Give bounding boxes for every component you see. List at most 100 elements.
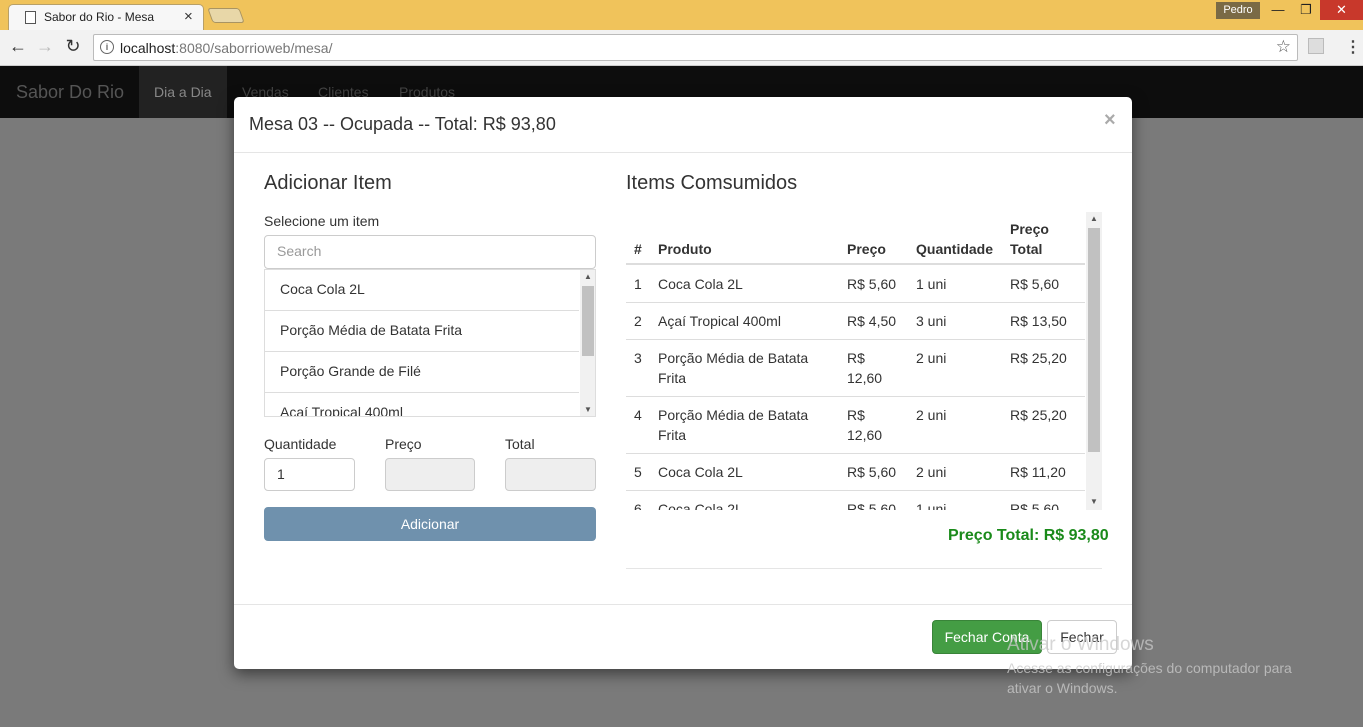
row-number: 5 xyxy=(634,464,642,480)
new-tab-button[interactable] xyxy=(207,8,245,23)
row-number: 3 xyxy=(634,350,642,366)
row-quantidade: 3 uni xyxy=(916,313,947,329)
row-produto: Açaí Tropical 400ml xyxy=(658,313,781,329)
scroll-thumb[interactable] xyxy=(582,286,594,356)
modal-title: Mesa 03 -- Ocupada -- Total: R$ 93,80 xyxy=(249,114,556,134)
row-number: 6 xyxy=(634,501,642,510)
minimize-icon[interactable]: — xyxy=(1264,0,1292,20)
row-produto: Coca Cola 2L xyxy=(658,464,743,480)
search-placeholder: Search xyxy=(277,243,322,259)
row-preco: R$ 5,60 xyxy=(847,464,897,480)
total-label: Total xyxy=(505,436,535,452)
col-header-preco-total-l1: Preço xyxy=(1010,221,1049,237)
row-quantidade: 1 uni xyxy=(916,276,947,292)
row-quantidade: 1 uni xyxy=(916,501,947,510)
list-item[interactable]: Coca Cola 2L xyxy=(265,270,579,311)
row-total: R$ 25,20 xyxy=(1010,407,1067,423)
row-divider xyxy=(626,339,1085,340)
consumed-table: # Produto Preço Quantidade Preço Total 1… xyxy=(626,212,1102,510)
row-number: 1 xyxy=(634,276,642,292)
table-scrollbar[interactable]: ▲ ▼ xyxy=(1086,212,1102,510)
mesa-modal: Mesa 03 -- Ocupada -- Total: R$ 93,80 × … xyxy=(234,97,1132,669)
window-close-icon[interactable]: ✕ xyxy=(1320,0,1363,20)
row-total: R$ 25,20 xyxy=(1010,350,1067,366)
row-produto: Coca Cola 2L xyxy=(658,501,743,510)
activation-watermark-title: Ativar o Windows xyxy=(1007,634,1154,655)
brand[interactable]: Sabor Do Rio xyxy=(16,82,124,103)
address-bar[interactable]: i localhost:8080/saborrioweb/mesa/ ☆ xyxy=(93,34,1298,61)
row-preco: R$ 5,60 xyxy=(847,501,897,510)
row-number: 4 xyxy=(634,407,642,423)
scroll-thumb[interactable] xyxy=(1088,228,1100,452)
browser-tab[interactable]: Sabor do Rio - Mesa × xyxy=(8,4,204,30)
col-header-preco-total-l2: Total xyxy=(1010,241,1043,257)
row-produto-cont: Frita xyxy=(658,370,686,386)
row-total: R$ 5,60 xyxy=(1010,501,1060,510)
back-icon[interactable]: ← xyxy=(6,36,30,57)
row-preco-cont: 12,60 xyxy=(847,427,883,443)
consumed-items-heading: Items Comsumidos xyxy=(626,172,798,194)
row-produto: Porção Média de Batata xyxy=(658,407,809,423)
row-preco-cont: 12,60 xyxy=(847,370,883,386)
tab-close-icon[interactable]: × xyxy=(184,8,193,25)
restore-icon[interactable]: ❐ xyxy=(1292,0,1320,20)
add-button[interactable]: Adicionar xyxy=(264,507,596,541)
modal-close-icon[interactable]: × xyxy=(1104,109,1116,132)
extension-icon[interactable] xyxy=(1308,38,1324,54)
list-item[interactable]: Porção Média de Batata Frita xyxy=(265,311,579,352)
url-host: localhost xyxy=(120,40,176,56)
item-listbox[interactable]: Coca Cola 2L Porção Média de Batata Frit… xyxy=(264,269,596,417)
row-divider xyxy=(626,453,1085,454)
list-scrollbar[interactable]: ▲ ▼ xyxy=(580,270,595,416)
table-header-divider xyxy=(626,263,1085,265)
row-quantidade: 2 uni xyxy=(916,407,947,423)
scroll-down-icon[interactable]: ▼ xyxy=(1090,497,1098,506)
quantity-input[interactable]: 1 xyxy=(264,458,355,491)
nav-dia-a-dia[interactable]: Dia a Dia xyxy=(139,66,227,118)
row-total: R$ 11,20 xyxy=(1010,464,1066,480)
add-item-heading: Adicionar Item xyxy=(264,172,392,194)
browser-toolbar: ← → ↻ i localhost:8080/saborrioweb/mesa/… xyxy=(0,30,1363,66)
col-header-quantidade: Quantidade xyxy=(916,241,994,257)
col-header-produto: Produto xyxy=(658,241,712,257)
bookmark-star-icon[interactable]: ☆ xyxy=(1276,37,1291,57)
forward-icon[interactable]: → xyxy=(33,36,57,57)
row-preco: R$ xyxy=(847,350,865,366)
scroll-up-icon[interactable]: ▲ xyxy=(1090,214,1098,223)
row-divider xyxy=(626,396,1085,397)
divider xyxy=(626,568,1102,569)
divider xyxy=(234,152,1132,153)
row-total: R$ 5,60 xyxy=(1010,276,1060,292)
col-header-number: # xyxy=(634,241,642,257)
search-input[interactable]: Search xyxy=(264,235,596,269)
price-input xyxy=(385,458,475,491)
list-item[interactable]: Porção Grande de Filé xyxy=(265,352,579,393)
url-text: localhost:8080/saborrioweb/mesa/ xyxy=(120,40,332,56)
scroll-down-icon[interactable]: ▼ xyxy=(584,405,592,414)
total-price: Preço Total: R$ 93,80 xyxy=(948,527,1109,544)
row-number: 2 xyxy=(634,313,642,329)
browser-menu-icon[interactable]: ⋮ xyxy=(1345,37,1361,57)
row-produto: Coca Cola 2L xyxy=(658,276,743,292)
row-quantidade: 2 uni xyxy=(916,350,947,366)
row-produto: Porção Média de Batata xyxy=(658,350,809,366)
row-preco: R$ 5,60 xyxy=(847,276,897,292)
col-header-preco: Preço xyxy=(847,241,886,257)
row-preco: R$ 4,50 xyxy=(847,313,897,329)
profile-button[interactable]: Pedro xyxy=(1216,2,1260,19)
row-produto-cont: Frita xyxy=(658,427,686,443)
quantity-label: Quantidade xyxy=(264,436,337,452)
page-icon xyxy=(25,11,36,24)
reload-icon[interactable]: ↻ xyxy=(61,36,85,57)
info-icon[interactable]: i xyxy=(100,40,114,54)
browser-titlebar: Sabor do Rio - Mesa × Pedro — ❐ ✕ xyxy=(0,0,1363,30)
row-preco: R$ xyxy=(847,407,865,423)
total-input xyxy=(505,458,596,491)
scroll-up-icon[interactable]: ▲ xyxy=(584,272,592,281)
activation-watermark-text: Acesse as configurações do computador pa… xyxy=(1007,660,1292,696)
list-item[interactable]: Açaí Tropical 400ml xyxy=(265,393,579,416)
divider xyxy=(234,604,1132,605)
row-divider xyxy=(626,490,1085,491)
url-path: :8080/saborrioweb/mesa/ xyxy=(175,40,333,56)
row-divider xyxy=(626,302,1085,303)
